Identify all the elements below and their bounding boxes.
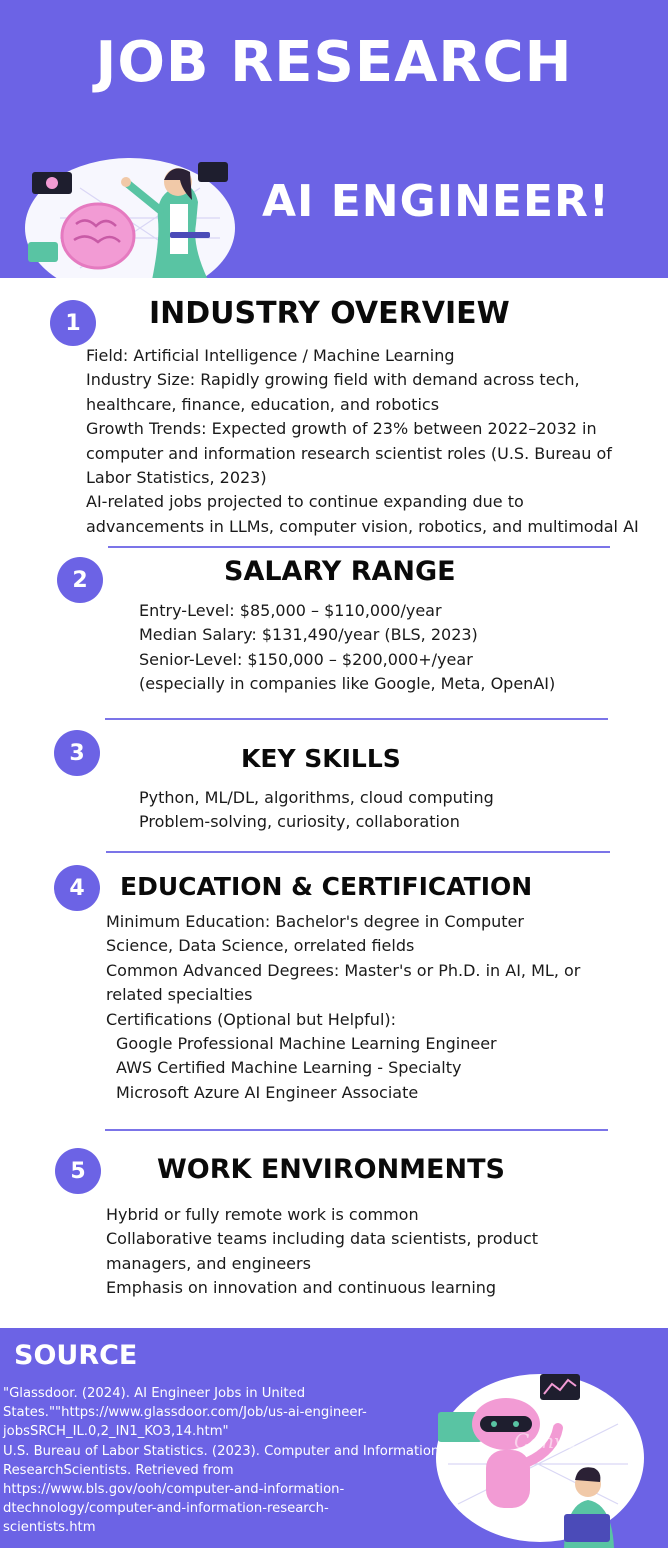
citation-line: https://www.bls.gov/ooh/computer-and-inf… (3, 1482, 345, 1498)
text-line: AI-related jobs projected to continue ex… (86, 492, 524, 512)
citation-line: "Glassdoor. (2024). AI Engineer Jobs in … (3, 1386, 306, 1401)
work-environments-text: Hybrid or fully remote work is common Co… (106, 1203, 538, 1301)
section-divider (105, 718, 608, 720)
text-line: computer and information research scient… (86, 443, 612, 463)
citation-line: States.""https://www.glassdoor.com/Job/u… (3, 1405, 367, 1421)
robot-illustration: Canva (436, 1374, 644, 1548)
text-line: advancements in LLMs, computer vision, r… (86, 516, 639, 536)
text-line: (especially in companies like Google, Me… (139, 674, 556, 694)
key-skills-text: Python, ML/DL, algorithms, cloud computi… (139, 786, 494, 835)
section-divider (108, 546, 610, 548)
section-number-badge: 2 (57, 557, 103, 603)
section-title-salary-range: SALARY RANGE (224, 556, 456, 587)
citation-line: scientists.htm (3, 1520, 96, 1536)
page-title: JOB RESEARCH (95, 30, 573, 95)
education-certification-text: Minimum Education: Bachelor's degree in … (106, 910, 580, 1105)
citation-line: U.S. Bureau of Labor Statistics. (2023).… (3, 1443, 440, 1459)
text-line: Labor Statistics, 2023) (86, 468, 267, 488)
industry-overview-text: Field: Artificial Intelligence / Machine… (86, 344, 639, 539)
text-line: healthcare, finance, education, and robo… (86, 394, 440, 414)
text-line: Common Advanced Degrees: Master's or Ph.… (106, 960, 581, 980)
text-line: Collaborative teams including data scien… (106, 1229, 539, 1249)
text-line: Minimum Education: Bachelor's degree in … (106, 912, 524, 931)
citation-line: ResearchScientists. Retrieved from (3, 1462, 234, 1478)
text-line: Certifications (Optional but Helpful): (106, 1009, 397, 1029)
source-heading: SOURCE (14, 1340, 138, 1371)
citation-line: dtechnology/computer-and-information-res… (3, 1501, 329, 1517)
text-line: Emphasis on innovation and continuous le… (106, 1278, 497, 1298)
certification-item: Google Professional Machine Learning Eng… (116, 1034, 497, 1054)
section-title-key-skills: KEY SKILLS (241, 744, 401, 773)
section-number-badge: 3 (54, 730, 100, 776)
salary-range-text: Entry-Level: $85,000 – $110,000/year Med… (139, 599, 555, 697)
section-number-badge: 1 (50, 300, 96, 346)
section-divider (106, 851, 610, 853)
source-citations: "Glassdoor. (2024). AI Engineer Jobs in … (3, 1384, 440, 1538)
text-line: Hybrid or fully remote work is common (106, 1205, 419, 1224)
section-divider (105, 1129, 608, 1131)
section-title-education-certification: EDUCATION & CERTIFICATION (120, 872, 533, 901)
section-title-industry-overview: INDUSTRY OVERVIEW (149, 296, 510, 331)
canva-watermark: Canva (514, 1429, 577, 1453)
text-line: Industry Size: Rapidly growing field wit… (86, 370, 580, 390)
text-line: Median Salary: $131,490/year (BLS, 2023) (139, 625, 478, 645)
text-line: Science, Data Science, orrelated fields (106, 936, 415, 956)
text-line: Python, ML/DL, algorithms, cloud computi… (139, 788, 494, 807)
certification-item: Microsoft Azure AI Engineer Associate (116, 1082, 419, 1102)
citation-line: jobsSRCH_IL.0,2_IN1_KO3,14.htm" (3, 1424, 229, 1440)
section-number-badge: 4 (54, 865, 100, 911)
ai-engineer-illustration (25, 158, 235, 278)
header-banner: JOB RESEARCH AI ENGINEER! (0, 0, 668, 278)
text-line: Problem-solving, curiosity, collaboratio… (139, 812, 460, 832)
text-line: Growth Trends: Expected growth of 23% be… (86, 419, 597, 439)
text-line: Senior-Level: $150,000 – $200,000+/year (139, 649, 473, 669)
text-line: Field: Artificial Intelligence / Machine… (86, 346, 455, 365)
text-line: Entry-Level: $85,000 – $110,000/year (139, 601, 442, 620)
text-line: managers, and engineers (106, 1253, 311, 1273)
source-panel: SOURCE "Glassdoor. (2024). AI Engineer J… (0, 1328, 668, 1548)
certification-item: AWS Certified Machine Learning - Special… (116, 1058, 462, 1078)
section-number-badge: 5 (55, 1148, 101, 1194)
page-subtitle: AI ENGINEER! (262, 176, 610, 227)
section-title-work-environments: WORK ENVIRONMENTS (157, 1154, 505, 1185)
text-line: related specialties (106, 985, 253, 1005)
